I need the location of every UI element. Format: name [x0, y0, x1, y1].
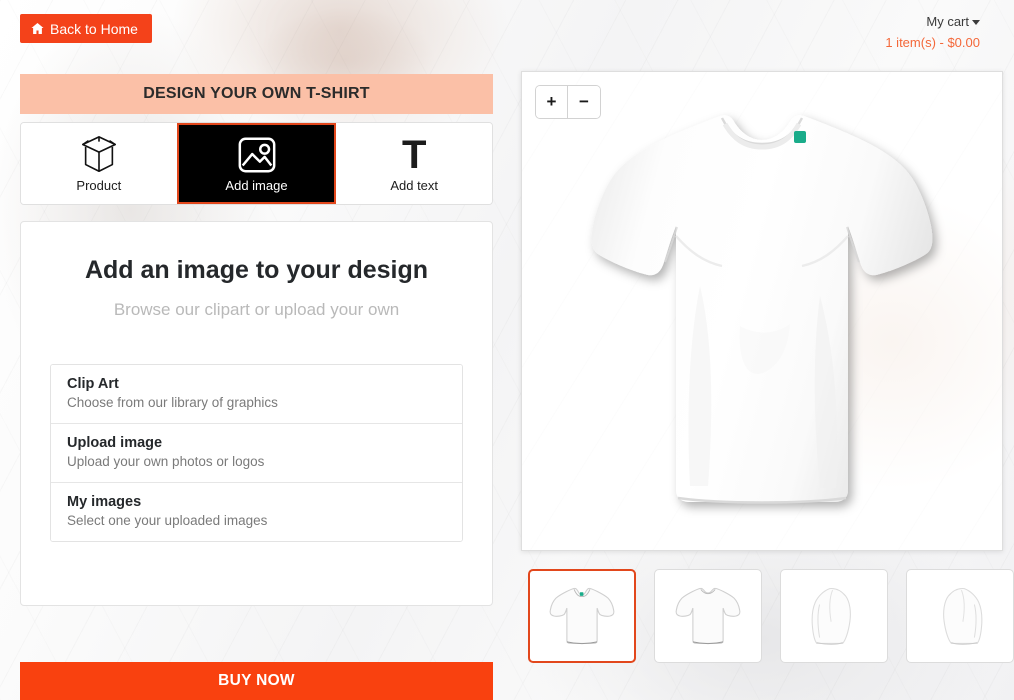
option-my-images-desc: Select one your uploaded images [67, 513, 268, 528]
image-icon [236, 135, 278, 175]
add-image-panel: Add an image to your design Browse our c… [20, 221, 493, 606]
design-banner-title: DESIGN YOUR OWN T-SHIRT [143, 85, 370, 102]
image-source-list: Clip Art Choose from our library of grap… [50, 364, 463, 542]
tshirt-front-graphic [591, 115, 933, 504]
tool-tabs: Product Add image T Add text [20, 122, 493, 205]
tab-add-text-label: Add text [390, 177, 439, 193]
tshirt-canvas[interactable] [562, 86, 962, 536]
text-t-icon: T [401, 132, 427, 177]
left-column: DESIGN YOUR OWN T-SHIRT Product Add imag… [20, 74, 493, 606]
zoom-controls: + − [535, 85, 601, 119]
option-clip-art-desc: Choose from our library of graphics [67, 395, 278, 410]
option-upload-image-title: Upload image [67, 435, 163, 451]
panel-title: Add an image to your design [84, 256, 429, 284]
tab-add-text[interactable]: T Add text [336, 123, 492, 204]
home-icon [31, 22, 44, 35]
option-clip-art[interactable]: Clip Art Choose from our library of grap… [51, 365, 462, 424]
option-upload-image[interactable]: Upload image Upload your own photos or l… [51, 424, 462, 483]
option-clip-art-title: Clip Art [67, 376, 119, 392]
option-my-images[interactable]: My images Select one your uploaded image… [51, 483, 462, 541]
thumbnail-front[interactable] [528, 569, 636, 663]
box-icon [76, 135, 122, 175]
option-upload-image-desc: Upload your own photos or logos [67, 454, 265, 469]
thumbnail-back[interactable] [654, 569, 762, 663]
zoom-out-button[interactable]: − [568, 86, 600, 118]
tab-add-image[interactable]: Add image [176, 123, 337, 204]
my-cart-label: My cart [926, 14, 969, 29]
zoom-in-button[interactable]: + [536, 86, 568, 118]
tab-product[interactable]: Product [21, 123, 177, 204]
cart-block: My cart 1 item(s) - $0.00 [885, 11, 980, 52]
panel-subtitle: Browse our clipart or upload your own [113, 300, 400, 319]
buy-now-button[interactable]: BUY NOW [20, 662, 493, 700]
back-to-home-label: Back to Home [50, 20, 138, 37]
thumbnail-right-side[interactable] [906, 569, 1014, 663]
tab-add-image-label: Add image [225, 177, 288, 193]
view-thumbnail-strip [528, 569, 1014, 663]
my-cart-dropdown[interactable]: My cart [926, 13, 980, 31]
product-preview-stage: + − [521, 71, 1003, 551]
collar-brand-tag [794, 131, 806, 143]
option-my-images-title: My images [67, 494, 142, 510]
design-banner: DESIGN YOUR OWN T-SHIRT [20, 74, 493, 114]
chevron-down-icon [972, 20, 980, 26]
back-to-home-button[interactable]: Back to Home [20, 14, 152, 43]
tab-product-label: Product [76, 177, 122, 193]
cart-summary[interactable]: 1 item(s) - $0.00 [885, 34, 980, 52]
thumbnail-left-side[interactable] [780, 569, 888, 663]
